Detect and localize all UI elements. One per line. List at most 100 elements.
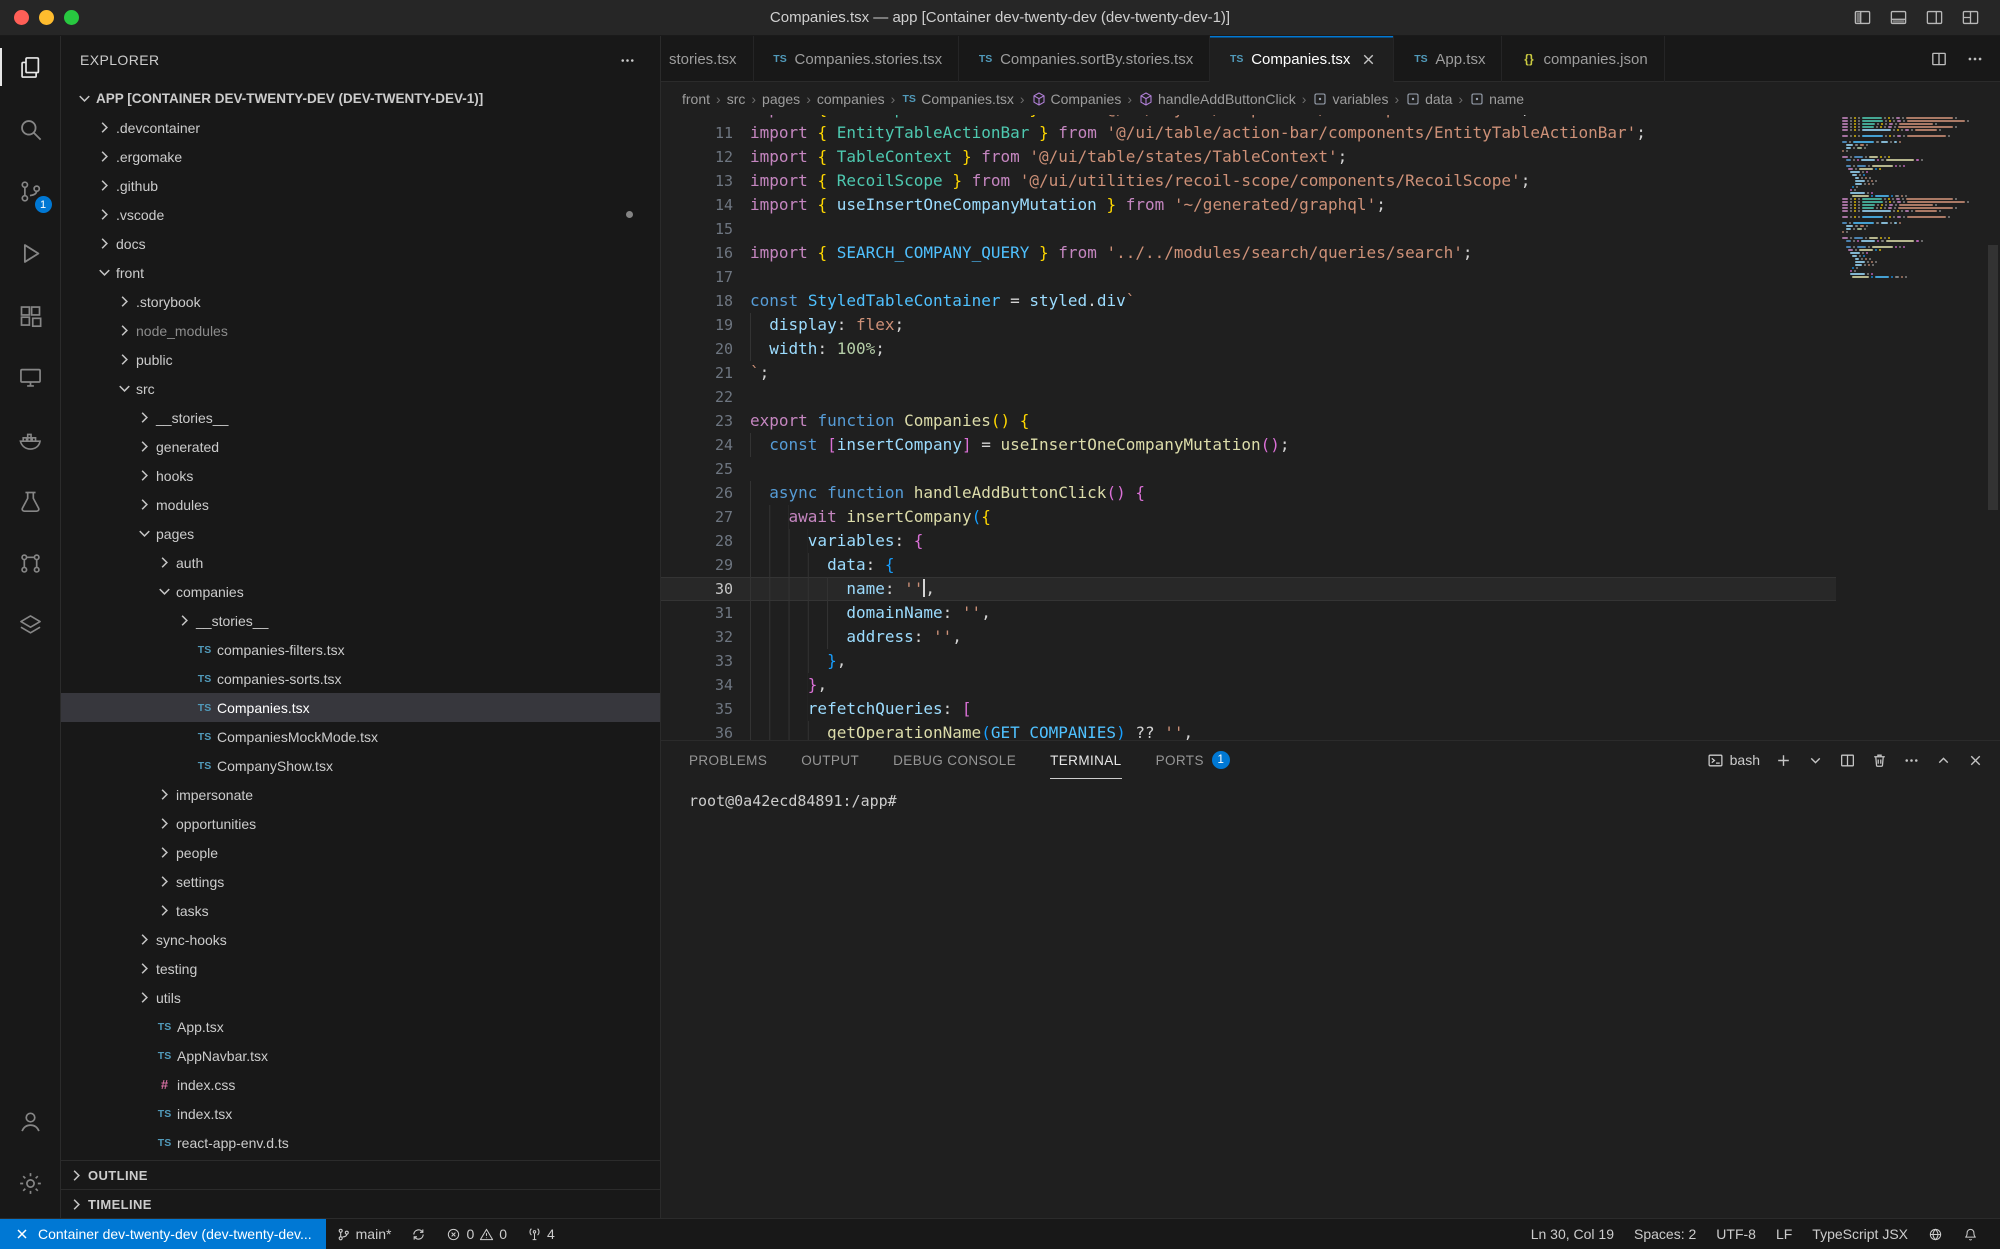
more-icon[interactable]	[1903, 752, 1920, 769]
activity-docker[interactable]	[0, 408, 61, 470]
breadcrumb-src[interactable]: src	[727, 91, 746, 107]
breadcrumb-pages[interactable]: pages	[762, 91, 800, 107]
code-line-20[interactable]: 20 width: 100%;	[661, 337, 1836, 361]
code-line-24[interactable]: 24 const [insertCompany] = useInsertOneC…	[661, 433, 1836, 457]
panel-tab-output[interactable]: OUTPUT	[801, 741, 859, 779]
sidebar-section-outline[interactable]: OUTLINE	[61, 1160, 660, 1189]
chevron-down-icon[interactable]	[1807, 752, 1824, 769]
tree-item-app-tsx[interactable]: TSApp.tsx	[61, 1012, 660, 1041]
breadcrumb-companies-tsx[interactable]: TSCompanies.tsx	[901, 91, 1014, 107]
tree-item-docs[interactable]: docs	[61, 229, 660, 258]
tree-item-companies-tsx[interactable]: TSCompanies.tsx	[61, 693, 660, 722]
editor-scrollbar[interactable]	[1986, 115, 2000, 740]
tree-item-companiesmockmode-tsx[interactable]: TSCompaniesMockMode.tsx	[61, 722, 660, 751]
tree-item-github[interactable]: .github	[61, 171, 660, 200]
tree-item-index-css[interactable]: #index.css	[61, 1070, 660, 1099]
activity-manage[interactable]	[0, 1152, 61, 1214]
layout-sidebar-right-icon[interactable]	[1925, 8, 1944, 27]
activity-organization[interactable]	[0, 532, 61, 594]
code-line-26[interactable]: 26 async function handleAddButtonClick()…	[661, 481, 1836, 505]
remote-indicator[interactable]: Container dev-twenty-dev (dev-twenty-dev…	[0, 1219, 326, 1249]
code-line-31[interactable]: 31 domainName: '',	[661, 601, 1836, 625]
tree-item-opportunities[interactable]: opportunities	[61, 809, 660, 838]
activity-explorer[interactable]	[0, 36, 61, 98]
status-git-branch[interactable]: main*	[326, 1219, 402, 1249]
activity-testing[interactable]	[0, 470, 61, 532]
status-sync[interactable]	[401, 1219, 436, 1249]
tree-item-pages[interactable]: pages	[61, 519, 660, 548]
code-line-25[interactable]: 25	[661, 457, 1836, 481]
tree-item-stories[interactable]: __stories__	[61, 606, 660, 635]
chevron-up-icon[interactable]	[1935, 752, 1952, 769]
tree-item-index-tsx[interactable]: TSindex.tsx	[61, 1099, 660, 1128]
breadcrumb-variables[interactable]: variables	[1312, 91, 1388, 107]
tree-item-src[interactable]: src	[61, 374, 660, 403]
tree-item-vscode[interactable]: .vscode	[61, 200, 660, 229]
shell-selector[interactable]: bash	[1707, 752, 1760, 769]
tab-companies-json[interactable]: {}companies.json	[1502, 36, 1664, 82]
code-line-34[interactable]: 34 },	[661, 673, 1836, 697]
status-notifications[interactable]	[1953, 1219, 1988, 1249]
activity-search[interactable]	[0, 98, 61, 160]
activity-source-control[interactable]: 1	[0, 160, 61, 222]
code-line-16[interactable]: 16import { SEARCH_COMPANY_QUERY } from '…	[661, 241, 1836, 265]
tree-item-auth[interactable]: auth	[61, 548, 660, 577]
breadcrumb-handleaddbuttonclick[interactable]: handleAddButtonClick	[1138, 91, 1296, 107]
trash-icon[interactable]	[1871, 752, 1888, 769]
tree-item-tasks[interactable]: tasks	[61, 896, 660, 925]
tree-item-stories[interactable]: __stories__	[61, 403, 660, 432]
tree-item-app-container-dev-twenty-dev-dev-twenty-dev-1[interactable]: APP [CONTAINER DEV-TWENTY-DEV (DEV-TWENT…	[61, 84, 660, 113]
tree-item-utils[interactable]: utils	[61, 983, 660, 1012]
code-editor[interactable]: 10import { WithTopBarContainer } from '@…	[661, 115, 1836, 740]
status-eol[interactable]: LF	[1766, 1219, 1802, 1249]
split-editor-icon[interactable]	[1839, 752, 1856, 769]
code-line-33[interactable]: 33 },	[661, 649, 1836, 673]
code-line-14[interactable]: 14import { useInsertOneCompanyMutation }…	[661, 193, 1836, 217]
activity-accounts[interactable]	[0, 1090, 61, 1152]
close-icon[interactable]	[1360, 51, 1377, 68]
tab-companies-sortby-stories-tsx[interactable]: TSCompanies.sortBy.stories.tsx	[959, 36, 1210, 82]
more-icon[interactable]	[1966, 50, 1984, 68]
tree-item-companies-sorts-tsx[interactable]: TScompanies-sorts.tsx	[61, 664, 660, 693]
tree-item-front[interactable]: front	[61, 258, 660, 287]
tree-item-companies-filters-tsx[interactable]: TScompanies-filters.tsx	[61, 635, 660, 664]
code-line-29[interactable]: 29 data: {	[661, 553, 1836, 577]
status-language-mode[interactable]: TypeScript JSX	[1802, 1219, 1918, 1249]
tab-app-tsx[interactable]: TSApp.tsx	[1394, 36, 1502, 82]
tab-companies-stories-tsx[interactable]: TSCompanies.stories.tsx	[754, 36, 960, 82]
tree-item-companies[interactable]: companies	[61, 577, 660, 606]
terminal-content[interactable]: root@0a42ecd84891:/app#	[661, 779, 2000, 810]
breadcrumb-name[interactable]: name	[1469, 91, 1524, 107]
status-ports[interactable]: 4	[517, 1219, 565, 1249]
breadcrumb-companies[interactable]: Companies	[1031, 91, 1122, 107]
tree-item-modules[interactable]: modules	[61, 490, 660, 519]
customize-layout-icon[interactable]	[1961, 8, 1980, 27]
tab-companies-tsx[interactable]: TSCompanies.tsx	[1210, 36, 1394, 82]
code-line-30[interactable]: 30 name: '',	[661, 577, 1836, 601]
tree-item-people[interactable]: people	[61, 838, 660, 867]
code-line-18[interactable]: 18const StyledTableContainer = styled.di…	[661, 289, 1836, 313]
code-line-12[interactable]: 12import { TableContext } from '@/ui/tab…	[661, 145, 1836, 169]
tree-item-react-app-env-d-ts[interactable]: TSreact-app-env.d.ts	[61, 1128, 660, 1157]
tree-item-devcontainer[interactable]: .devcontainer	[61, 113, 660, 142]
status-problems[interactable]: 00	[436, 1219, 517, 1249]
breadcrumb-companies[interactable]: companies	[817, 91, 885, 107]
status-cursor-position[interactable]: Ln 30, Col 19	[1521, 1219, 1624, 1249]
code-line-19[interactable]: 19 display: flex;	[661, 313, 1836, 337]
breadcrumb-data[interactable]: data	[1405, 91, 1452, 107]
tree-item-public[interactable]: public	[61, 345, 660, 374]
tree-item-ergomake[interactable]: .ergomake	[61, 142, 660, 171]
activity-run-and-debug[interactable]	[0, 222, 61, 284]
code-line-35[interactable]: 35 refetchQueries: [	[661, 697, 1836, 721]
code-line-23[interactable]: 23export function Companies() {	[661, 409, 1836, 433]
code-line-27[interactable]: 27 await insertCompany({	[661, 505, 1836, 529]
close-window-button[interactable]	[14, 10, 29, 25]
scrollbar-thumb[interactable]	[1988, 245, 1998, 510]
tree-item-storybook[interactable]: .storybook	[61, 287, 660, 316]
tree-item-hooks[interactable]: hooks	[61, 461, 660, 490]
panel-tab-ports[interactable]: PORTS1	[1156, 741, 1230, 779]
tree-item-impersonate[interactable]: impersonate	[61, 780, 660, 809]
activity-remote-explorer[interactable]	[0, 346, 61, 408]
minimap[interactable]	[1836, 115, 1986, 740]
code-line-21[interactable]: 21`;	[661, 361, 1836, 385]
